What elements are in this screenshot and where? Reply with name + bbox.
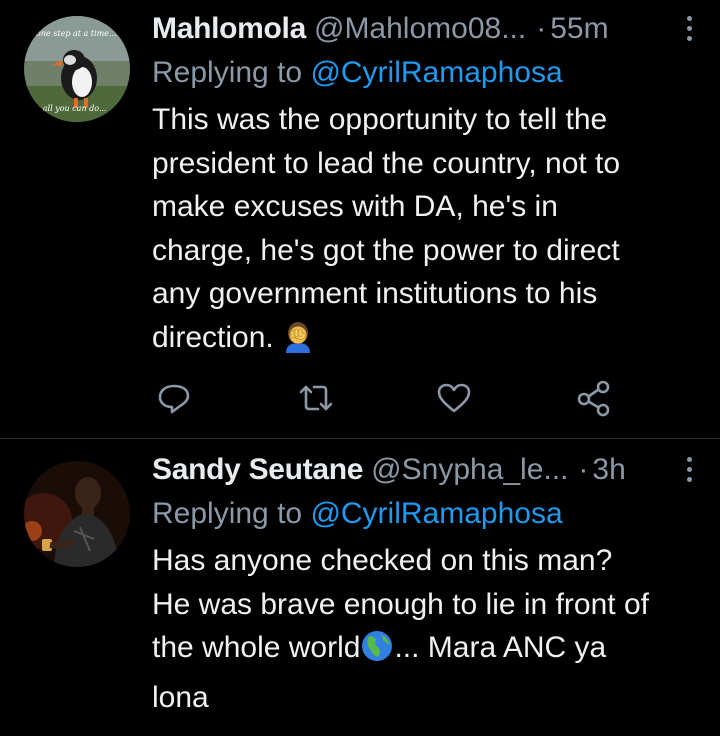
tweet-text-line: any government institutions to his [152,277,598,310]
tweet-text-line: direction. [152,320,274,354]
facepalm-emoji [282,319,314,366]
mention-link[interactable]: @CyrilRamaphosa [310,497,562,530]
timestamp[interactable]: 3h [592,453,625,487]
tweet-text-line: charge, he's got the power to direct [152,233,620,267]
tweet-text-line-last: direction. [152,316,702,366]
replying-to-label: Replying to [152,56,303,89]
tweet-text: Has anyone checked on this man? He was b… [152,539,702,719]
reply-icon[interactable] [154,378,194,418]
more-options-icon[interactable] [684,457,694,487]
display-name[interactable]: Sandy Seutane [152,453,363,487]
timestamp[interactable]: 55m [550,12,608,46]
replying-to-label: Replying to [152,497,303,530]
tweet-text: This was the opportunity to tell the pre… [152,98,702,365]
svg-text:dly all you can do...: dly all you can do... [28,104,107,113]
avatar[interactable]: one step at a time... dly all you can do… [24,16,130,122]
tweet-text-line: Has anyone checked on this man? [152,544,613,577]
mention-link[interactable]: @CyrilRamaphosa [310,56,562,89]
replying-to: Replying to @CyrilRamaphosa [152,497,702,535]
tweet-text-line: This was the opportunity to tell the [152,103,608,136]
user-handle[interactable]: @Mahlomo08... [314,12,526,46]
retweet-icon[interactable] [296,378,336,418]
display-name[interactable]: Mahlomola [152,12,306,46]
avatar[interactable] [24,461,130,567]
tweet-text-line: president to lead the country, not to [152,146,621,180]
tweet-header: Sandy Seutane @Snypha_le... · 3h [152,453,702,493]
replying-to: Replying to @CyrilRamaphosa [152,56,702,94]
tweet-text-line: the whole world [152,631,361,664]
more-options-icon[interactable] [684,16,694,46]
tweet-text-line: lona [152,680,209,714]
tweet-divider [0,438,720,439]
svg-text:one step at a time...: one step at a time... [36,29,117,38]
tweet-text-line-emoji: the whole world ... Mara ANC ya [152,626,702,676]
tweet-text-line: make excuses with DA, he's in [152,190,558,223]
tweet-text-line: He was brave enough to lie in front of [152,587,649,621]
tweet-text-line: ... Mara ANC ya [394,631,607,664]
separator-dot: · [578,453,589,486]
share-icon[interactable] [574,378,614,418]
globe-emoji [360,629,394,676]
separator-dot: · [536,12,547,45]
tweet-header: Mahlomola @Mahlomo08... · 55m [152,12,702,52]
like-icon[interactable] [434,378,474,418]
user-handle[interactable]: @Snypha_le... [371,453,568,487]
